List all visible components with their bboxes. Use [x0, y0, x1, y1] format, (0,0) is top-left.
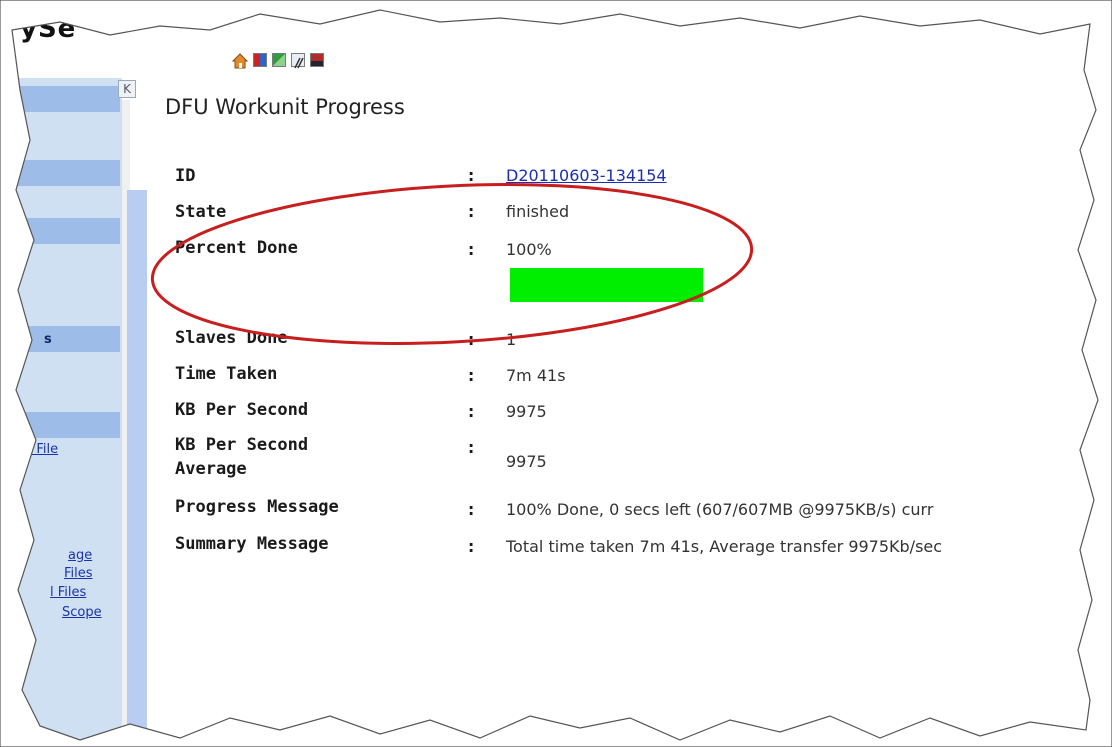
- separator: :: [466, 537, 477, 557]
- value-slaves-done: 1: [506, 330, 517, 349]
- separator: :: [466, 402, 477, 422]
- value-summary-message: Total time taken 7m 41s, Average transfe…: [506, 537, 943, 556]
- value-time-taken: 7m 41s: [506, 366, 566, 385]
- collapse-icon: K: [123, 82, 131, 96]
- page-title: DFU Workunit Progress: [165, 95, 405, 119]
- sidebar-section-header[interactable]: [0, 160, 120, 186]
- separator: :: [466, 166, 477, 186]
- color-grid-icon[interactable]: [253, 53, 267, 67]
- label-slaves-done: Slaves Done: [175, 328, 288, 348]
- separator: :: [466, 330, 477, 350]
- label-kb-per-second: KB Per Second: [175, 400, 309, 420]
- sidebar-link-scope[interactable]: Scope: [62, 605, 102, 620]
- label-id: ID: [175, 166, 196, 186]
- sidebar: s ad File age Files l Files Scope: [0, 78, 122, 747]
- sidebar-link-all-files[interactable]: l Files: [50, 585, 86, 600]
- app-title-fragment: ySe: [20, 14, 77, 44]
- progress-bar: [510, 268, 703, 302]
- progress-bar-fill: [510, 268, 703, 302]
- refresh-icon[interactable]: [272, 53, 286, 67]
- separator: :: [466, 202, 477, 222]
- label-progress-message: Progress Message: [175, 497, 339, 517]
- tools-icon[interactable]: [291, 53, 305, 69]
- sidebar-link-file[interactable]: ad File: [16, 442, 58, 457]
- workunit-id-link[interactable]: D20110603-134154: [506, 166, 667, 185]
- home-icon[interactable]: [231, 53, 249, 69]
- sidebar-section-header[interactable]: [0, 326, 120, 352]
- sidebar-scrollbar[interactable]: [127, 190, 147, 747]
- toolbar: [231, 53, 324, 69]
- value-progress-message: 100% Done, 0 secs left (607/607MB @9975K…: [506, 500, 934, 519]
- separator: :: [466, 366, 477, 386]
- label-kb-per-second-average: KB Per Second Average: [175, 435, 309, 479]
- sidebar-link-files[interactable]: Files: [64, 566, 93, 581]
- sidebar-link-age[interactable]: age: [68, 548, 92, 563]
- sidebar-section-header[interactable]: [0, 412, 120, 438]
- value-kb-per-second: 9975: [506, 402, 547, 421]
- label-summary-message: Summary Message: [175, 534, 329, 554]
- value-kb-per-second-average: 9975: [506, 452, 547, 471]
- sidebar-section-header[interactable]: [0, 218, 120, 244]
- separator: :: [466, 500, 477, 520]
- separator: :: [466, 240, 477, 260]
- collapse-sidebar-button[interactable]: K: [118, 80, 136, 98]
- separator: :: [466, 438, 477, 458]
- label-time-taken: Time Taken: [175, 364, 278, 384]
- sidebar-section-header[interactable]: [0, 86, 120, 112]
- value-percent-done: 100%: [506, 240, 552, 259]
- sidebar-section-label: s: [44, 332, 52, 347]
- value-state: finished: [506, 202, 570, 221]
- label-percent-done: Percent Done: [175, 238, 298, 258]
- monitor-icon[interactable]: [310, 53, 324, 67]
- label-state: State: [175, 202, 227, 222]
